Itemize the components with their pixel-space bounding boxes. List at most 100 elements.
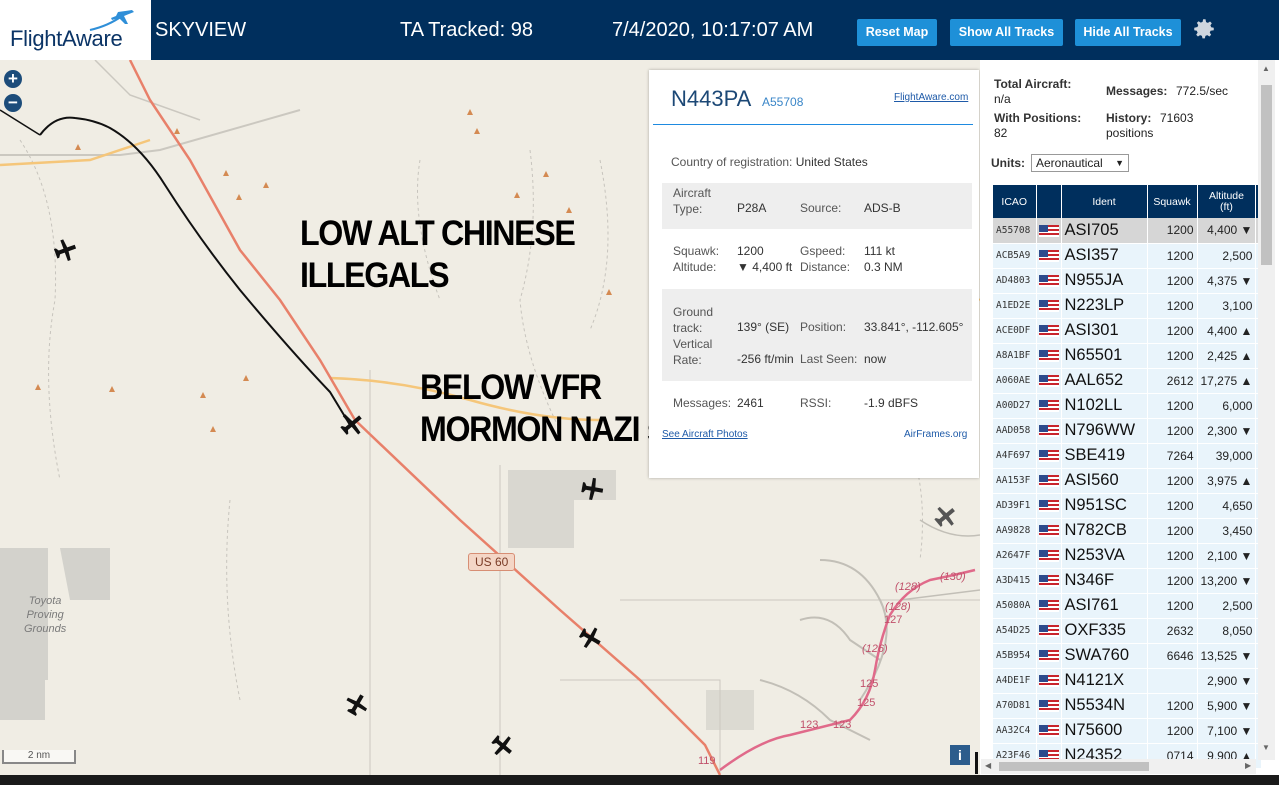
app-title: SKYVIEW	[155, 19, 247, 41]
cell-squawk: 1200	[1147, 293, 1198, 319]
flag-us-icon	[1036, 443, 1062, 469]
table-row[interactable]: A5B954 SWA760 6646 13,525 ▼	[993, 643, 1263, 669]
cell-icao: A060AE	[993, 368, 1037, 394]
flag-us-icon	[1036, 268, 1062, 294]
aircraft-type-label: Aircraft Type:	[673, 186, 712, 216]
aircraft-info-popup: N443PA A55708 FlightAware.com Country of…	[649, 70, 979, 478]
table-row[interactable]: A5080A ASI761 1200 2,500	[993, 593, 1263, 619]
cell-icao: A00D27	[993, 393, 1037, 419]
vertical-scrollbar[interactable]: ▲ ▼	[1258, 60, 1275, 760]
cell-icao: A5B954	[993, 643, 1037, 669]
zoom-out-button[interactable]: −	[4, 94, 22, 112]
cell-ident: AAL652	[1061, 368, 1148, 394]
popup-icao-link[interactable]: A55708	[762, 95, 803, 109]
flag-us-icon	[1036, 293, 1062, 319]
flag-us-icon	[1036, 493, 1062, 519]
popup-flightaware-link[interactable]: FlightAware.com	[894, 92, 968, 103]
total-aircraft-label: Total Aircraft:	[994, 77, 1072, 91]
col-squawk[interactable]: Squawk	[1147, 185, 1198, 218]
top-header: FlightAware SKYVIEW TA Tracked: 98 7/4/2…	[0, 0, 1279, 60]
country-value: United States	[795, 155, 868, 169]
aircraft-list-panel: Total Aircraft: n/a With Positions: 82 M…	[980, 60, 1279, 775]
reset-map-button[interactable]: Reset Map	[857, 19, 937, 46]
cell-altitude: 17,275 ▲	[1197, 368, 1257, 394]
table-row[interactable]: A4DE1F N4121X 2,900 ▼	[993, 668, 1263, 694]
annotation-line: LOW ALT CHINESE	[300, 214, 576, 253]
flag-us-icon	[1036, 643, 1062, 669]
cell-altitude: 2,500	[1197, 593, 1257, 619]
cell-icao: AD39F1	[993, 493, 1037, 519]
cell-altitude: 6,000	[1197, 393, 1257, 419]
table-row[interactable]: A70D81 N5534N 1200 5,900 ▼	[993, 693, 1263, 719]
cell-altitude: 4,400 ▼	[1197, 218, 1257, 244]
horizontal-scroll-thumb[interactable]	[999, 762, 1149, 771]
col-altitude[interactable]: Altitude (ft)	[1197, 185, 1257, 218]
gear-icon[interactable]	[1191, 16, 1217, 42]
country-label: Country of registration:	[671, 155, 793, 169]
cell-icao: A4F697	[993, 443, 1037, 469]
units-select[interactable]: Aeronautical ▼	[1031, 154, 1129, 172]
cell-icao: A54D25	[993, 618, 1037, 644]
gspeed-label: Gspeed:	[800, 244, 846, 258]
table-row[interactable]: ACE0DF ASI301 1200 4,400 ▲	[993, 318, 1263, 344]
aircraft-photos-link[interactable]: See Aircraft Photos	[662, 429, 748, 440]
table-row[interactable]: A00D27 N102LL 1200 6,000	[993, 393, 1263, 419]
table-row[interactable]: A2647F N253VA 1200 2,100 ▼	[993, 543, 1263, 569]
table-row[interactable]: AAD058 N796WW 1200 2,300 ▼	[993, 418, 1263, 444]
cell-icao: AA153F	[993, 468, 1037, 494]
gspeed-value: 111 kt	[864, 244, 895, 258]
table-row[interactable]: AD4803 N955JA 1200 4,375 ▼	[993, 268, 1263, 294]
cell-ident: ASI357	[1061, 243, 1148, 269]
airframes-link[interactable]: AirFrames.org	[904, 429, 967, 440]
flag-us-icon	[1036, 418, 1062, 444]
cell-ident: N782CB	[1061, 518, 1148, 544]
show-all-tracks-button[interactable]: Show All Tracks	[950, 19, 1063, 46]
aircraft-table: ICAO Ident Squawk Altitude (ft) A55708 AS…	[993, 185, 1263, 769]
route-label: (128)	[885, 601, 911, 613]
scroll-down-icon[interactable]: ▼	[1262, 743, 1270, 752]
table-row[interactable]: ACB5A9 ASI357 1200 2,500	[993, 243, 1263, 269]
units-select-value: Aeronautical	[1036, 156, 1103, 170]
col-icao[interactable]: ICAO	[993, 185, 1037, 218]
logo-text: FlightAware	[10, 26, 123, 51]
table-row[interactable]: A1ED2E N223LP 1200 3,100	[993, 293, 1263, 319]
table-row[interactable]: A4F697 SBE419 7264 39,000	[993, 443, 1263, 469]
table-row[interactable]: A55708 ASI705 1200 4,400 ▼	[993, 218, 1263, 244]
table-row[interactable]: A8A1BF N65501 1200 2,425 ▲	[993, 343, 1263, 369]
table-row[interactable]: A060AE AAL652 2612 17,275 ▲	[993, 368, 1263, 394]
aircraft-type-value: P28A	[737, 201, 767, 215]
col-flag[interactable]	[1036, 185, 1062, 218]
scroll-right-icon[interactable]: ▶	[1245, 761, 1251, 770]
zoom-in-button[interactable]: +	[4, 70, 22, 88]
table-row[interactable]: AD39F1 N951SC 1200 4,650	[993, 493, 1263, 519]
vertical-scroll-thumb[interactable]	[1261, 85, 1272, 265]
cell-icao: AA32C4	[993, 718, 1037, 744]
taskbar-strip	[0, 775, 1279, 785]
flag-us-icon	[1036, 368, 1062, 394]
col-ident[interactable]: Ident	[1061, 185, 1148, 218]
table-row[interactable]: AA32C4 N75600 1200 7,100 ▼	[993, 718, 1263, 744]
cell-icao: A3D415	[993, 568, 1037, 594]
flag-us-icon	[1036, 468, 1062, 494]
horizontal-scrollbar[interactable]: ◀ ▶	[981, 759, 1256, 774]
cell-squawk: 1200	[1147, 218, 1198, 244]
cell-squawk: 1200	[1147, 243, 1198, 269]
table-row[interactable]: A3D415 N346F 1200 13,200 ▼	[993, 568, 1263, 594]
table-row[interactable]: AA9828 N782CB 1200 3,450	[993, 518, 1263, 544]
table-row[interactable]: A54D25 OXF335 2632 8,050	[993, 618, 1263, 644]
flightaware-logo[interactable]: FlightAware	[0, 0, 151, 60]
map-info-button[interactable]: i	[950, 745, 970, 765]
cell-ident: N346F	[1061, 568, 1148, 594]
cell-altitude: 13,200 ▼	[1197, 568, 1257, 594]
scroll-up-icon[interactable]: ▲	[1262, 64, 1270, 73]
distance-value: 0.3 NM	[864, 260, 903, 274]
cell-altitude: 4,650	[1197, 493, 1257, 519]
cell-altitude: 39,000	[1197, 443, 1257, 469]
cell-ident: N102LL	[1061, 393, 1148, 419]
squawk-label: Squawk:	[673, 244, 720, 258]
last-seen-value: now	[864, 352, 887, 366]
scroll-left-icon[interactable]: ◀	[985, 761, 991, 770]
hide-all-tracks-button[interactable]: Hide All Tracks	[1075, 19, 1181, 46]
cell-ident: OXF335	[1061, 618, 1148, 644]
table-row[interactable]: AA153F ASI560 1200 3,975 ▲	[993, 468, 1263, 494]
